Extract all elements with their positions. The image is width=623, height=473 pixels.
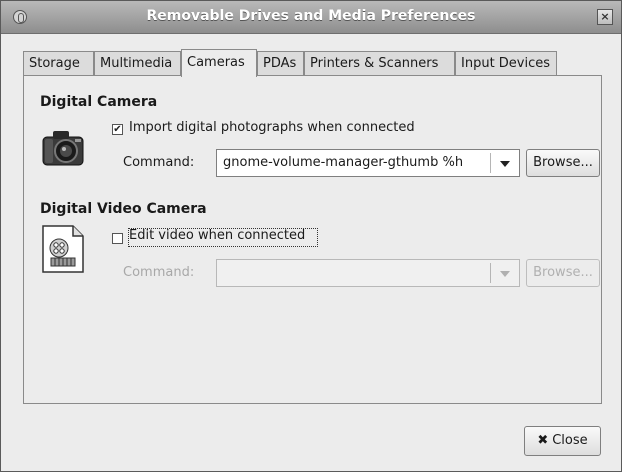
import-photos-checkbox[interactable]: ✔ xyxy=(112,124,123,135)
window-title: Removable Drives and Media Preferences xyxy=(146,8,476,24)
chevron-down-icon xyxy=(500,271,510,277)
close-button-label: Close xyxy=(552,433,588,448)
video-browse-button: Browse... xyxy=(526,259,600,287)
camera-command-label: Command: xyxy=(123,155,195,170)
focus-indicator xyxy=(128,228,318,247)
tab-pdas[interactable]: PDAs xyxy=(257,51,304,76)
title-bar[interactable]: Removable Drives and Media Preferences × xyxy=(1,1,621,34)
film-document-icon xyxy=(42,225,84,273)
tab-cameras[interactable]: Cameras xyxy=(181,49,257,77)
camera-icon xyxy=(42,131,84,166)
import-photos-label[interactable]: Import digital photographs when connecte… xyxy=(129,120,415,135)
video-command-combo xyxy=(216,259,520,287)
tab-printers-scanners[interactable]: Printers & Scanners xyxy=(304,51,455,76)
camera-command-entry[interactable]: gnome-volume-manager-gthumb %h xyxy=(223,155,463,170)
edit-video-checkbox[interactable] xyxy=(112,233,123,244)
x-icon: ✖ xyxy=(537,433,549,448)
window-close-button[interactable]: × xyxy=(597,9,613,25)
digital-video-camera-heading: Digital Video Camera xyxy=(40,201,207,217)
tab-input-devices[interactable]: Input Devices xyxy=(455,51,557,76)
video-command-label: Command: xyxy=(123,265,195,280)
tab-multimedia[interactable]: Multimedia xyxy=(94,51,181,76)
camera-browse-button[interactable]: Browse... xyxy=(526,149,600,177)
chevron-down-icon[interactable] xyxy=(500,161,510,167)
camera-command-combo[interactable]: gnome-volume-manager-gthumb %h xyxy=(216,149,520,177)
dialog-window: Removable Drives and Media Preferences ×… xyxy=(0,0,622,472)
close-button[interactable]: ✖ Close xyxy=(524,426,601,456)
tab-storage[interactable]: Storage xyxy=(23,51,94,76)
combo-separator xyxy=(490,263,491,283)
combo-separator xyxy=(490,153,491,173)
digital-camera-heading: Digital Camera xyxy=(40,94,158,110)
